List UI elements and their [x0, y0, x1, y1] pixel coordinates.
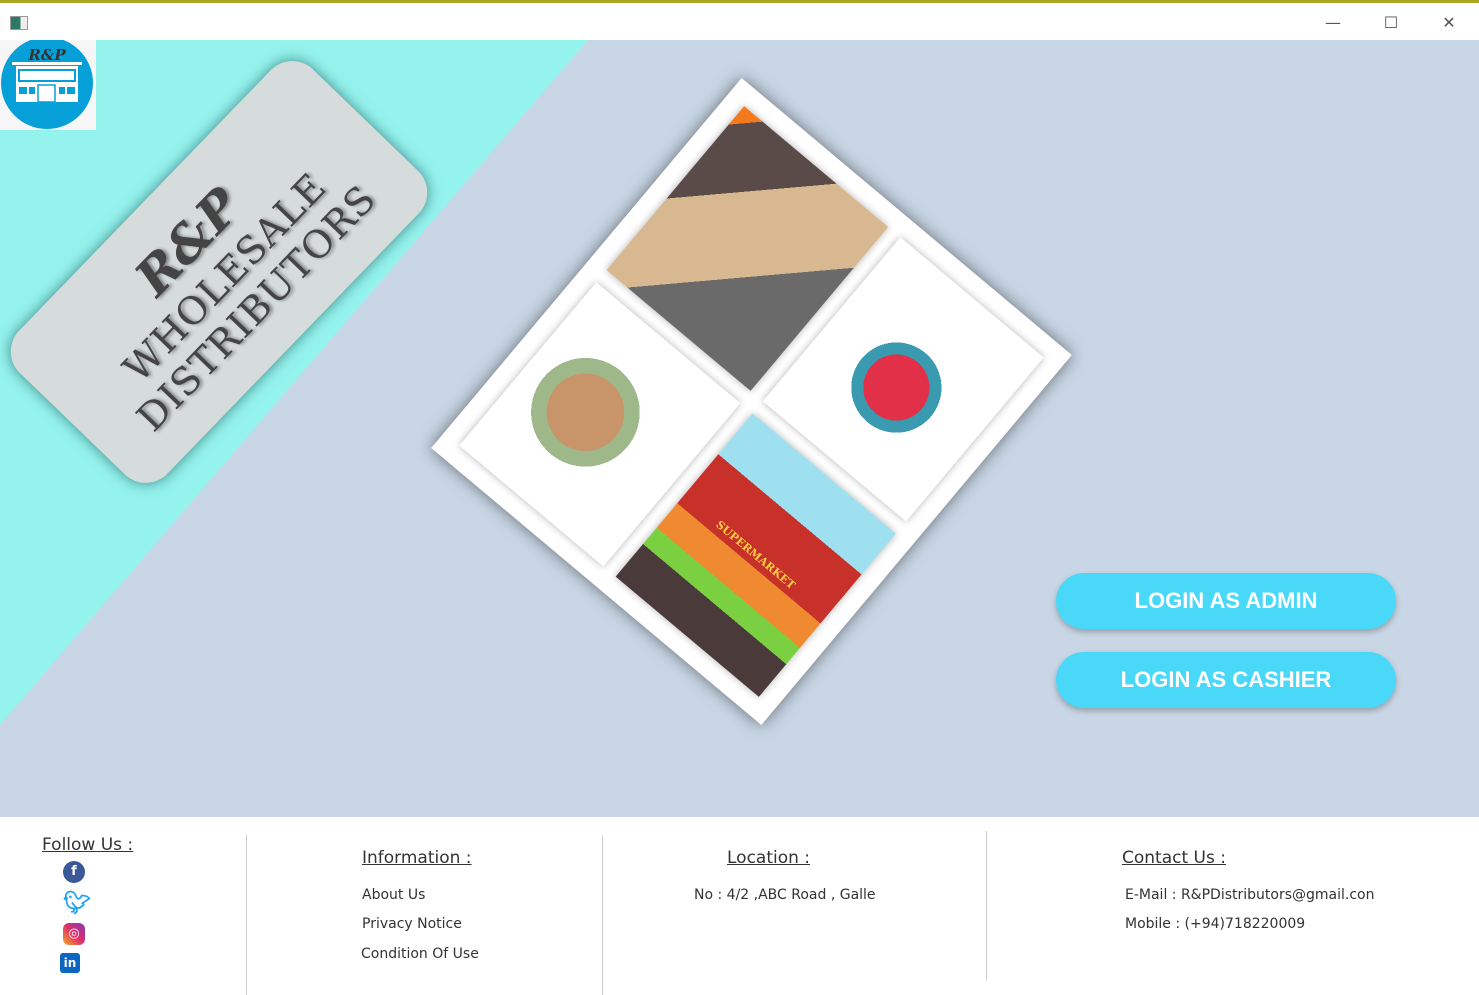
about-us-link[interactable]: About Us	[362, 887, 425, 903]
facebook-icon[interactable]: f	[63, 861, 85, 883]
title-bar: — ☐ ✕	[0, 0, 1479, 40]
logo: R&P	[0, 40, 96, 130]
follow-title: Follow Us :	[42, 835, 134, 855]
location-title: Location :	[727, 848, 811, 868]
logo-text: R&P	[27, 46, 66, 64]
divider	[986, 831, 987, 981]
contact-title: Contact Us :	[1122, 848, 1226, 868]
divider	[602, 835, 603, 995]
login-cashier-button[interactable]: LOGIN AS CASHIER	[1056, 652, 1396, 708]
supermarket-sign: SUPERMARKET	[713, 517, 798, 592]
main-area: R&P R&P WHOLESALE DISTRIBUTORS SUPERMARK…	[0, 40, 1479, 817]
close-button[interactable]: ✕	[1434, 11, 1464, 35]
privacy-notice-link[interactable]: Privacy Notice	[362, 916, 462, 932]
condition-of-use-link[interactable]: Condition Of Use	[361, 946, 479, 962]
email-text: E-Mail : R&PDistributors@gmail.con	[1125, 887, 1375, 903]
divider	[246, 835, 247, 995]
mobile-text: Mobile : (+94)718220009	[1125, 916, 1306, 932]
maximize-button[interactable]: ☐	[1376, 11, 1406, 35]
instagram-icon[interactable]: ◎	[63, 923, 85, 945]
login-admin-button[interactable]: LOGIN AS ADMIN	[1056, 573, 1396, 629]
minimize-button[interactable]: —	[1318, 11, 1348, 35]
twitter-icon[interactable]: 🐦︎	[63, 893, 91, 915]
information-title: Information :	[362, 848, 472, 868]
footer: Follow Us : f 🐦︎ ◎ in Information : Abou…	[0, 817, 1479, 995]
app-icon	[10, 16, 28, 30]
linkedin-icon[interactable]: in	[60, 953, 80, 973]
address-text: No : 4/2 ,ABC Road , Galle	[694, 887, 876, 903]
